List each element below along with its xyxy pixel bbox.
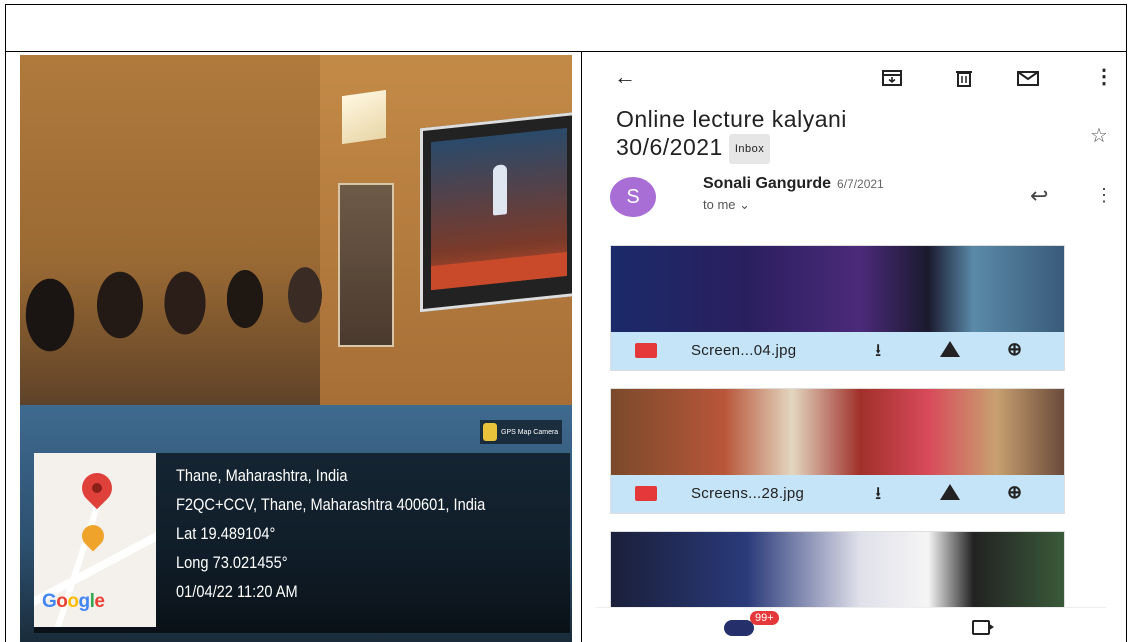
unread-count-badge: 99+ (750, 611, 779, 625)
add-to-photos-icon[interactable]: ⊕ (1007, 482, 1022, 503)
geo-info-overlay: Google Thane, Maharashtra, India F2QC+CC… (34, 453, 570, 633)
recipient-toggle[interactable]: to me ⌄ (703, 197, 750, 213)
video-camera-icon[interactable] (972, 620, 994, 635)
download-icon[interactable]: ⭳ (875, 338, 881, 368)
more-vert-icon[interactable]: ⋮ (1094, 67, 1106, 87)
attachment-thumbnail[interactable] (611, 246, 1064, 332)
speaker-figure (493, 164, 507, 216)
drive-icon[interactable] (940, 341, 960, 357)
sender-name[interactable]: Sonali Gangurde (703, 175, 831, 192)
attachment-name: Screen...04.jpg (691, 342, 797, 359)
attachment-card[interactable] (610, 531, 1065, 609)
gps-camera-watermark: GPS Map Camera (480, 420, 562, 444)
reply-icon[interactable]: ↩ (1030, 183, 1048, 209)
timestamp: 01/04/22 11:20 AM (176, 582, 298, 601)
email-subject: Online lecture kalyani 30/6/2021 Inbox (616, 105, 956, 164)
location-city: Thane, Maharashtra, India (176, 466, 348, 485)
star-icon[interactable]: ☆ (1090, 123, 1106, 148)
add-to-photos-icon[interactable]: ⊕ (1007, 339, 1022, 360)
image-file-icon (635, 486, 657, 501)
gps-camera-icon (483, 423, 497, 441)
image-file-icon (635, 343, 657, 358)
table-divider-horizontal (5, 51, 1127, 52)
geo-text: Thane, Maharashtra, India F2QC+CCV, Than… (176, 461, 485, 606)
mail-tab-icon[interactable] (724, 620, 754, 636)
gmail-screenshot: ← ⋮ Online lecture kalyani 30/6/2021 Inbo… (596, 55, 1106, 642)
sender-line: Sonali Gangurde 6/7/2021 (703, 175, 884, 193)
attachment-card[interactable]: Screens...28.jpg ⭳ ⊕ (610, 388, 1065, 514)
top-toolbar: ← ⋮ (596, 55, 1106, 101)
mail-icon[interactable] (1017, 71, 1039, 86)
bottom-nav: 99+ (596, 607, 1106, 642)
location-pin-icon (75, 466, 119, 510)
map-thumbnail: Google (34, 453, 156, 627)
longitude: Long 73.021455° (176, 553, 288, 572)
table-divider-vertical (581, 51, 582, 642)
back-arrow-icon[interactable]: ← (614, 66, 636, 88)
drive-icon[interactable] (940, 484, 960, 500)
window (342, 89, 386, 145)
projection-screen (420, 111, 572, 313)
download-icon[interactable]: ⭳ (875, 481, 881, 511)
geotagged-photo: GPS Map Camera Google Thane, Maharashtra… (20, 55, 572, 642)
google-logo: Google (42, 591, 105, 612)
inbox-label[interactable]: Inbox (728, 133, 771, 164)
attachment-thumbnail[interactable] (611, 532, 1064, 608)
archive-icon[interactable] (882, 70, 902, 86)
trash-icon[interactable] (955, 69, 973, 87)
attachment-thumbnail[interactable] (611, 389, 1064, 475)
email-date: 6/7/2021 (837, 177, 884, 191)
attachment-card[interactable]: Screen...04.jpg ⭳ ⊕ (610, 245, 1065, 371)
more-vert-icon[interactable]: ⋮ (1095, 185, 1106, 206)
attachment-name: Screens...28.jpg (691, 485, 805, 502)
chevron-down-icon: ⌄ (739, 197, 751, 212)
avatar[interactable]: S (610, 177, 656, 217)
latitude: Lat 19.489104° (176, 524, 276, 543)
location-address: F2QC+CCV, Thane, Maharashtra 400601, Ind… (176, 495, 486, 514)
